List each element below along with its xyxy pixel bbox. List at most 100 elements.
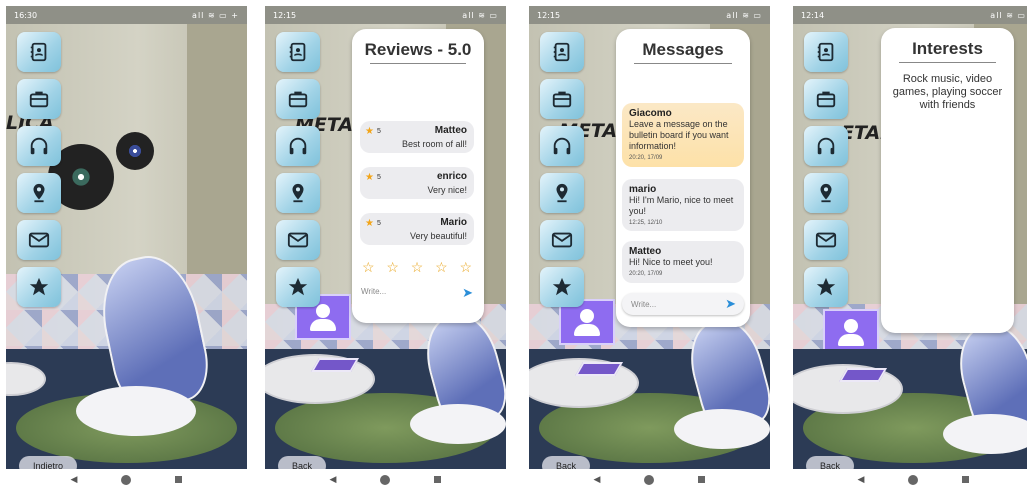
nav-back-button[interactable]: ◀ [858,474,865,485]
message-time: 20:20, 17/09 [629,155,663,161]
rate-star-5-icon[interactable]: ☆ [459,259,472,276]
message-input-bar[interactable]: Write... ➤ [622,293,744,315]
briefcase-icon [551,88,573,110]
status-bar: 12:15 all ≋ ▭ [529,6,770,24]
menu-messages-button[interactable] [276,220,320,260]
contacts-book-icon [551,41,573,63]
menu-briefcase-button[interactable] [540,79,584,119]
status-icons: all ≋ ▭ + [192,10,239,20]
nav-recents-button[interactable] [175,476,183,483]
menu-messages-button[interactable] [17,220,61,260]
menu-briefcase-button[interactable] [276,79,320,119]
menu-music-button[interactable] [17,126,61,166]
mail-icon [28,229,50,251]
menu-reviews-button[interactable] [540,267,584,307]
nav-back-button[interactable]: ◀ [330,474,337,485]
rate-star-4-icon[interactable]: ☆ [435,259,448,276]
side-menu [804,32,848,314]
phone-screen-3: 12:15 all ≋ ▭ METAL Messages Giacomo Lea… [529,6,770,490]
location-pin-icon [551,182,573,204]
menu-location-button[interactable] [540,173,584,213]
headphones-icon [551,135,573,157]
message-time: 20:20, 17/09 [629,271,663,277]
status-time: 16:30 [14,10,38,20]
status-bar: 12:15 all ≋ ▭ [265,6,506,24]
nav-home-button[interactable] [380,474,391,485]
send-icon[interactable]: ➤ [725,296,736,312]
briefcase-icon [28,88,50,110]
nav-back-button[interactable]: ◀ [594,474,601,485]
title-underline [899,62,996,63]
android-nav-bar: ◀ [6,469,247,490]
message-text: Hi! Nice to meet you! [629,257,713,267]
nav-home-button[interactable] [908,474,919,485]
book [838,368,888,382]
menu-contacts-button[interactable] [540,32,584,72]
location-pin-icon [28,182,50,204]
menu-location-button[interactable] [17,173,61,213]
menu-music-button[interactable] [540,126,584,166]
menu-reviews-button[interactable] [276,267,320,307]
review-card: ★ 5 Mario Very beautiful! [360,213,474,245]
menu-contacts-button[interactable] [804,32,848,72]
message-author: Matteo [629,246,662,257]
star-icon [551,276,573,298]
nav-recents-button[interactable] [698,476,706,483]
phone-screen-2: 12:15 all ≋ ▭ METAL Reviews - 5.0 ★ 5 Ma… [265,6,506,490]
location-pin-icon [287,182,309,204]
menu-briefcase-button[interactable] [17,79,61,119]
rating-input: ☆ ☆ ☆ ☆ ☆ [362,259,472,276]
message-card: mario Hi! I'm Mario, nice to meet you! 1… [622,179,744,231]
status-icons: all ≋ ▭ [462,10,498,20]
menu-music-button[interactable] [276,126,320,166]
rating-star-icon: ★ [365,126,374,137]
book [574,362,624,376]
nav-recents-button[interactable] [434,476,442,483]
contacts-book-icon [28,41,50,63]
menu-briefcase-button[interactable] [804,79,848,119]
menu-reviews-button[interactable] [804,267,848,307]
rating-star-icon: ★ [365,218,374,229]
message-author: mario [629,184,657,195]
menu-location-button[interactable] [276,173,320,213]
review-text: Very nice! [427,185,467,195]
menu-location-button[interactable] [804,173,848,213]
nav-recents-button[interactable] [962,476,970,483]
briefcase-icon [815,88,837,110]
headphones-icon [287,135,309,157]
menu-messages-button[interactable] [540,220,584,260]
status-time: 12:15 [273,10,297,20]
title-underline [634,63,732,64]
title-underline [370,63,466,64]
nav-home-button[interactable] [644,474,655,485]
review-card: ★ 5 Matteo Best room of all! [360,121,474,153]
panel-title: Interests [912,39,983,58]
menu-music-button[interactable] [804,126,848,166]
rate-star-3-icon[interactable]: ☆ [411,259,424,276]
vinyl-record-small [116,132,154,170]
menu-reviews-button[interactable] [17,267,61,307]
star-icon [287,276,309,298]
headphones-icon [815,135,837,157]
messages-panel: Messages Giacomo Leave a message on the … [616,29,750,327]
location-pin-icon [815,182,837,204]
nav-back-button[interactable]: ◀ [71,474,78,485]
rate-star-1-icon[interactable]: ☆ [362,259,375,276]
menu-contacts-button[interactable] [276,32,320,72]
mail-icon [287,229,309,251]
review-text: Best room of all! [401,139,467,149]
review-author: enrico [436,171,467,182]
reviews-panel: Reviews - 5.0 ★ 5 Matteo Best room of al… [352,29,484,323]
status-icons: all ≋ ▭ [726,10,762,20]
menu-contacts-button[interactable] [17,32,61,72]
review-input[interactable]: Write... [361,287,386,296]
interests-panel: Interests Rock music, video games, playi… [881,28,1014,333]
review-author: Matteo [434,125,467,136]
panel-title: Reviews - 5.0 [364,40,472,59]
message-input[interactable]: Write... [631,300,656,309]
rate-star-2-icon[interactable]: ☆ [386,259,399,276]
menu-messages-button[interactable] [804,220,848,260]
star-icon [28,276,50,298]
send-icon[interactable]: ➤ [462,285,473,301]
nav-home-button[interactable] [121,474,132,485]
